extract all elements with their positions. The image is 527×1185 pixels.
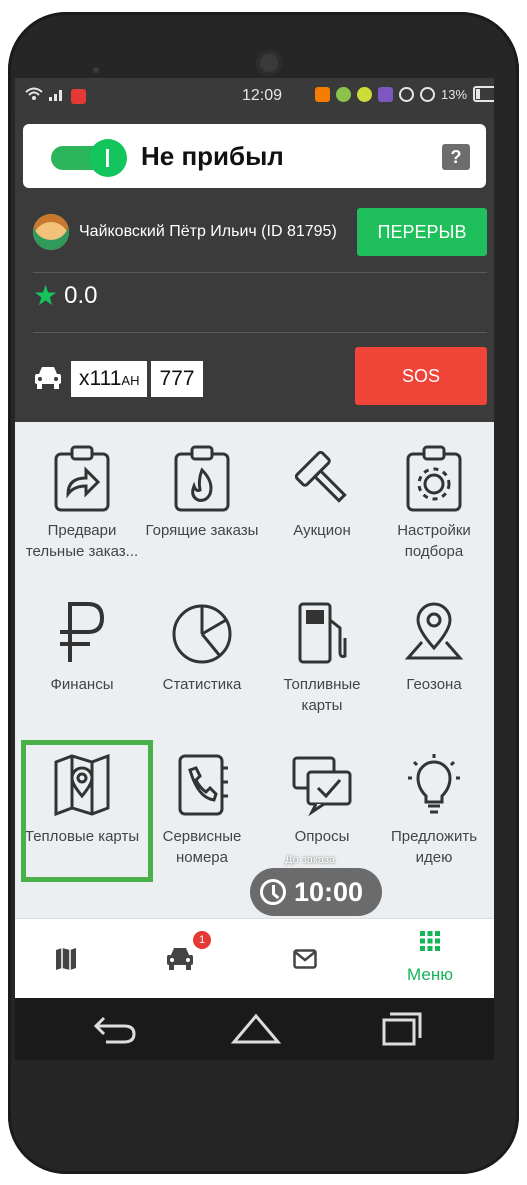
taxi-icon <box>165 945 195 976</box>
tile-label: Финансы <box>50 676 114 693</box>
order-timer[interactable]: 10:00 <box>250 868 382 916</box>
survey-chat-icon <box>263 750 381 820</box>
timer-title: До заказа <box>285 854 336 866</box>
taxi-icon <box>33 364 63 395</box>
tile-label: Предложить идею <box>390 828 478 866</box>
star-icon: ★ <box>33 280 59 311</box>
pie-chart-icon <box>143 598 261 668</box>
envelope-icon <box>293 949 317 974</box>
tile-label: Предвари тельные заказ... <box>25 522 139 560</box>
nav-messages[interactable] <box>255 919 355 998</box>
notification-icon <box>336 86 351 102</box>
rating-value: 0.0 <box>64 281 98 309</box>
lightbulb-icon <box>375 750 493 820</box>
selection-highlight <box>21 740 153 882</box>
ruble-icon <box>23 598 141 668</box>
avatar[interactable] <box>33 214 69 250</box>
tile-label: Настройки подбора <box>397 522 471 560</box>
tile-label: Опросы <box>294 828 350 845</box>
sos-button[interactable]: SOS <box>355 347 487 405</box>
timer-value: 10:00 <box>294 876 364 907</box>
tile-label: Сервисные номера <box>162 828 242 866</box>
sync-icon <box>399 86 414 102</box>
android-nav-bar <box>15 998 494 1060</box>
status-toggle[interactable] <box>51 139 127 177</box>
menu-label: Меню <box>407 965 453 984</box>
menu-tile-service-numbers[interactable]: Сервисные номера <box>143 750 261 868</box>
tile-label: Аукцион <box>293 522 351 539</box>
tile-label: Топливные карты <box>283 676 361 714</box>
driver-status-card: Не прибыл ? <box>23 124 486 188</box>
nav-map[interactable] <box>17 919 117 998</box>
home-icon[interactable] <box>230 1008 282 1053</box>
nav-orders[interactable]: 1 <box>135 919 235 998</box>
map-pin-icon <box>375 598 493 668</box>
menu-tile-fuel-cards[interactable]: Топливные карты <box>263 598 381 716</box>
app-screen: 12:09 13% Не прибыл ? Чайковский Пётр Ил… <box>15 78 494 998</box>
battery-icon <box>473 86 494 102</box>
signal-icon <box>49 88 65 105</box>
gavel-icon <box>263 444 381 514</box>
orders-badge: 1 <box>193 931 211 949</box>
car-row: х111ан 777 <box>33 361 203 397</box>
driver-row: Чайковский Пётр Ильич (ID 81795) ПЕРЕРЫВ <box>15 204 494 268</box>
grid-menu-icon <box>420 931 440 956</box>
recents-icon[interactable] <box>380 1008 424 1053</box>
menu-tile-hot-orders[interactable]: Горящие заказы <box>143 444 261 541</box>
rating-row: ★ 0.0 <box>33 279 97 312</box>
sensor-dot <box>93 67 99 73</box>
menu-tile-geozone[interactable]: Геозона <box>375 598 493 695</box>
fuel-pump-icon <box>263 598 381 668</box>
clipboard-arrow-icon <box>23 444 141 514</box>
clipboard-gear-icon <box>375 444 493 514</box>
phone-book-icon <box>143 750 261 820</box>
plate-number: х111 <box>79 367 122 390</box>
tile-label: Геозона <box>406 676 462 693</box>
menu-tile-surveys[interactable]: Опросы <box>263 750 381 847</box>
map-icon <box>55 947 77 976</box>
plate-suffix: ан <box>121 373 140 388</box>
menu-tile-finances[interactable]: Финансы <box>23 598 141 695</box>
driver-panel: Не прибыл ? Чайковский Пётр Ильич (ID 81… <box>15 114 494 422</box>
tile-label: Статистика <box>162 676 242 693</box>
driver-name: Чайковский Пётр Ильич (ID 81795) <box>79 223 337 240</box>
notification-icon <box>315 86 330 102</box>
alarm-icon <box>420 86 435 102</box>
toggle-knob <box>89 139 127 177</box>
viber-icon <box>378 86 393 102</box>
wifi-icon <box>25 87 43 105</box>
status-bar: 12:09 13% <box>15 78 494 114</box>
clock-time: 12:09 <box>242 87 283 104</box>
menu-tile-selection-settings[interactable]: Настройки подбора <box>375 444 493 562</box>
notification-icon <box>357 86 372 102</box>
app-notification-icon <box>71 88 86 104</box>
nav-menu[interactable]: Меню <box>380 919 480 998</box>
bottom-nav: 1 Меню <box>15 918 494 998</box>
front-camera <box>256 50 282 76</box>
divider <box>33 272 487 273</box>
clipboard-fire-icon <box>143 444 261 514</box>
divider <box>33 332 487 333</box>
menu-tile-auction[interactable]: Аукцион <box>263 444 381 541</box>
back-icon[interactable] <box>90 1008 138 1053</box>
tile-label: Горящие заказы <box>145 522 259 539</box>
break-button[interactable]: ПЕРЕРЫВ <box>357 208 487 256</box>
help-icon[interactable]: ? <box>442 144 470 170</box>
license-plate: х111ан <box>71 361 148 397</box>
menu-tile-suggest-idea[interactable]: Предложить идею <box>375 750 493 868</box>
status-label: Не прибыл <box>141 141 284 171</box>
menu-tile-statistics[interactable]: Статистика <box>143 598 261 695</box>
battery-percent: 13% <box>441 86 468 102</box>
clock-icon <box>260 879 286 905</box>
menu-tile-preliminary-orders[interactable]: Предвари тельные заказ... <box>23 444 141 562</box>
plate-region: 777 <box>149 361 203 397</box>
